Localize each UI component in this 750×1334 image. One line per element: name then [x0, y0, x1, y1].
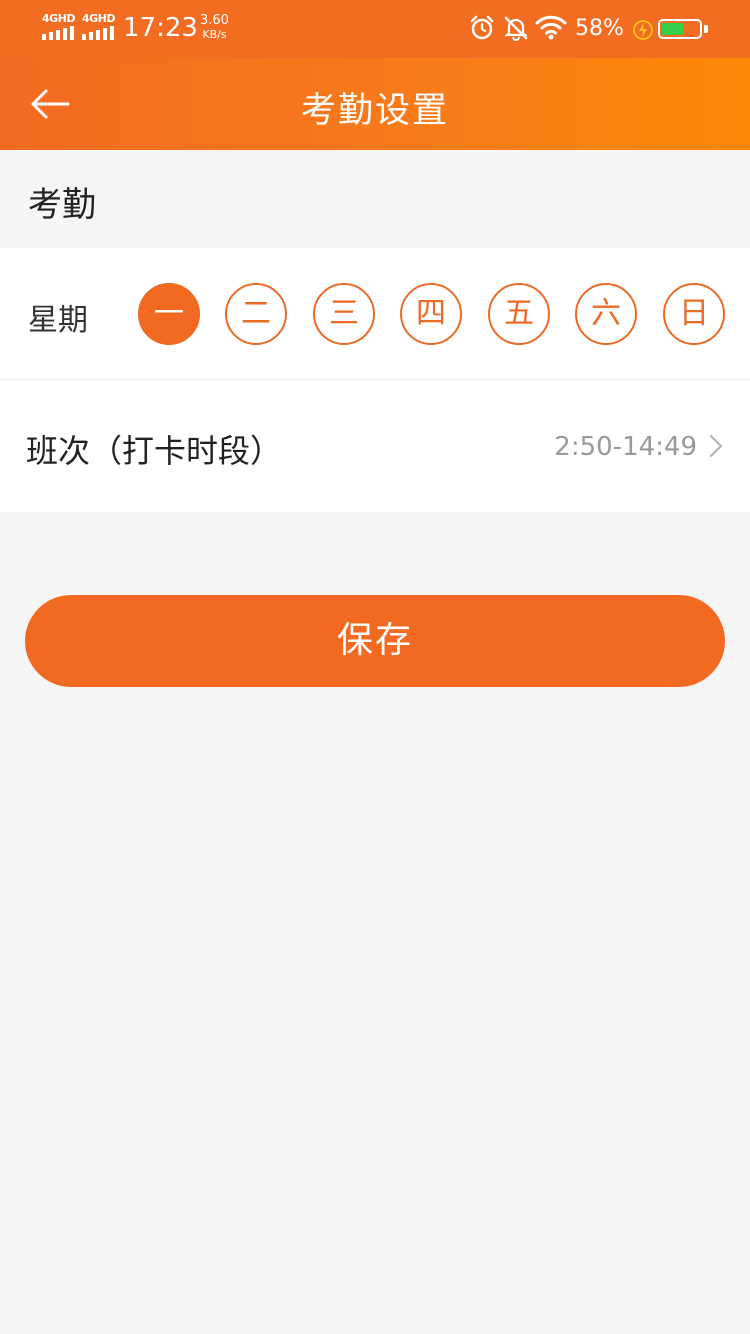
day-sun[interactable]: 日 [663, 283, 725, 345]
battery-percent: 58% [575, 16, 624, 41]
day-sat[interactable]: 六 [575, 283, 637, 345]
network-type-label: 4GHD [82, 12, 116, 25]
battery-cap [704, 25, 708, 33]
day-wed[interactable]: 三 [313, 283, 375, 345]
day-fri[interactable]: 五 [488, 283, 550, 345]
day-thu[interactable]: 四 [400, 283, 462, 345]
network-type-label: 4GHD [42, 12, 76, 25]
network-speed-unit: KB/s [202, 28, 227, 41]
screen: 4GHD 4GHD 17:23 3.60 KB/s 58% 考勤设置 考勤 星期… [0, 0, 750, 1334]
weekday-selector: 星期 一 二 三 四 五 六 日 [0, 248, 750, 380]
wifi-icon [535, 15, 567, 40]
signal-bars-icon [82, 26, 114, 40]
page-title: 考勤设置 [300, 91, 449, 131]
battery-icon [658, 19, 702, 39]
shift-label: 班次（打卡时段） [26, 432, 283, 470]
network-speed: 3.60 KB/s [200, 14, 229, 42]
chevron-right-icon [709, 434, 723, 458]
signal-bars-icon [42, 26, 74, 40]
shift-row[interactable]: 班次（打卡时段） 2:50-14:49 [0, 380, 750, 512]
day-tue[interactable]: 二 [225, 283, 287, 345]
nav-bar: 考勤设置 [0, 58, 750, 150]
bell-off-icon [504, 16, 528, 41]
charging-icon [633, 20, 653, 40]
day-mon[interactable]: 一 [138, 283, 200, 345]
alarm-icon [470, 15, 494, 40]
weekday-label: 星期 [28, 303, 88, 338]
status-time: 17:23 [123, 13, 198, 43]
signal-sim2: 4GHD [82, 12, 118, 42]
section-title: 考勤 [28, 185, 96, 225]
battery-level [662, 23, 683, 35]
signal-sim1: 4GHD [42, 12, 78, 42]
save-button[interactable]: 保存 [25, 595, 725, 687]
status-bar: 4GHD 4GHD 17:23 3.60 KB/s 58% [0, 0, 750, 58]
network-speed-value: 3.60 [200, 13, 229, 28]
shift-time-value: 2:50-14:49 [554, 432, 697, 462]
